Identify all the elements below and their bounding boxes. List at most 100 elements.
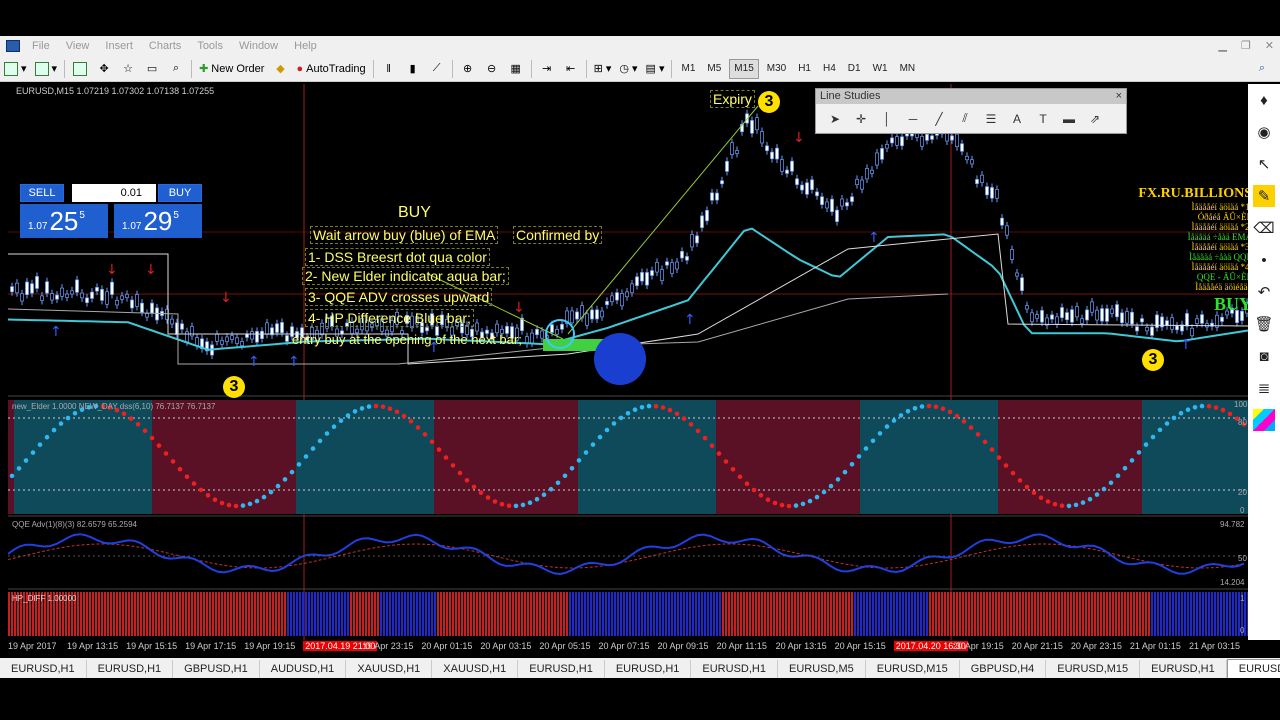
market-watch-button[interactable]	[70, 59, 90, 79]
chart-tab[interactable]: XAUUSD,H1	[346, 660, 433, 678]
eye-icon[interactable]: ◉	[1253, 121, 1275, 143]
templates-button[interactable]: ▤ ▾	[644, 59, 667, 79]
navigator-button[interactable]: ✥	[94, 59, 114, 79]
chart-area[interactable]: ↓ ↓ ↓ ↓ ↓ ↑ ↑ ↑ ↑ ↑ ↑ ↑ EURUSD,M15 1.07219 1.07302 …	[8, 84, 1248, 640]
tf-h1[interactable]: H1	[794, 59, 815, 79]
candle	[925, 134, 929, 141]
tf-h4[interactable]: H4	[819, 59, 840, 79]
chart-tab[interactable]: AUDUSD,H1	[260, 660, 347, 678]
search-button[interactable]: ⌕	[1252, 59, 1272, 79]
tile-windows-button[interactable]: ▦	[506, 59, 526, 79]
buy-quote[interactable]: 1.07 29 5	[114, 204, 202, 238]
hp-diff-bar	[563, 592, 565, 636]
hp-diff-bar	[584, 592, 586, 636]
tf-w1[interactable]: W1	[869, 59, 892, 79]
tf-mn[interactable]: MN	[896, 59, 920, 79]
rectangle-icon[interactable]: ▬	[1056, 112, 1082, 126]
menu-tools[interactable]: Tools	[189, 40, 231, 52]
camera-icon[interactable]: ◙	[1253, 345, 1275, 367]
zoom-out-button[interactable]: ⊖	[482, 59, 502, 79]
tf-m1[interactable]: M1	[677, 59, 699, 79]
chart-tab[interactable]: XAUUSD,H1	[432, 660, 519, 678]
menu-help[interactable]: Help	[286, 40, 325, 52]
menu-file[interactable]: File	[24, 40, 58, 52]
lot-size-input[interactable]: 0.01	[72, 184, 156, 202]
horizontal-line-icon[interactable]: ─	[900, 112, 926, 126]
data-window-button[interactable]: ☆	[118, 59, 138, 79]
metaeditor-button[interactable]: ◆	[270, 59, 290, 79]
close-icon[interactable]: ✕	[1265, 39, 1274, 52]
elder-bar	[704, 400, 710, 514]
zoom-in-button[interactable]: ⊕	[458, 59, 478, 79]
chart-tab[interactable]: EURUSD,M15	[1226, 659, 1280, 678]
candle-chart-button[interactable]: ▮	[403, 59, 423, 79]
bar-chart-button[interactable]: ‖	[379, 59, 399, 79]
chart-tab[interactable]: GBPUSD,H4	[960, 660, 1047, 678]
chart-tab[interactable]: EURUSD,H1	[518, 660, 605, 678]
dss-dot	[1199, 403, 1205, 409]
sell-button[interactable]: SELL	[20, 184, 64, 202]
menu-insert[interactable]: Insert	[97, 40, 141, 52]
undo-icon[interactable]: ↶	[1253, 281, 1275, 303]
elder-bar	[1088, 400, 1094, 514]
trash-icon[interactable]: 🗑	[1253, 313, 1275, 335]
elder-bar	[578, 400, 584, 514]
chart-tab[interactable]: EURUSD,M15	[1046, 660, 1141, 678]
chart-tab[interactable]: EURUSD,M5	[778, 660, 866, 678]
tf-d1[interactable]: D1	[844, 59, 865, 79]
vertical-line-icon[interactable]: │	[874, 112, 900, 126]
tf-m30[interactable]: M30	[763, 59, 790, 79]
autotrading-button[interactable]: ● AutoTrading	[294, 59, 367, 79]
sell-quote[interactable]: 1.07 25 5	[20, 204, 108, 238]
cursor-icon[interactable]: ➤	[822, 112, 848, 126]
line-chart-button[interactable]: ⟋	[427, 59, 447, 79]
pointer-icon[interactable]: ↖	[1253, 153, 1275, 175]
crosshair-icon[interactable]: ✛	[848, 112, 874, 126]
hp-diff-bar	[953, 592, 955, 636]
hp-diff-bar	[881, 592, 883, 636]
hp-diff-bar	[899, 592, 901, 636]
fibonacci-icon[interactable]: ☰	[978, 112, 1004, 126]
arrows-icon[interactable]: ⇗	[1082, 112, 1108, 126]
candle	[715, 192, 719, 201]
hp-diff-bar	[620, 592, 622, 636]
line-studies-close-icon[interactable]: ×	[1116, 89, 1122, 104]
notes-icon[interactable]: ≣	[1253, 377, 1275, 399]
equidistant-channel-icon[interactable]: ⫽	[952, 111, 978, 126]
menu-charts[interactable]: Charts	[141, 40, 189, 52]
dots-icon[interactable]: •	[1253, 249, 1275, 271]
menu-window[interactable]: Window	[231, 40, 286, 52]
new-chart-button[interactable]: ▾	[2, 59, 29, 79]
chart-tab[interactable]: EURUSD,H1	[87, 660, 174, 678]
chart-tab[interactable]: EURUSD,H1	[0, 660, 87, 678]
pencil-icon[interactable]: ✎	[1253, 185, 1275, 207]
indicators-button[interactable]: ⊞ ▾	[592, 59, 614, 79]
line-studies-title[interactable]: Line Studies ×	[816, 89, 1126, 104]
buy-button[interactable]: BUY	[158, 184, 202, 202]
new-order-button[interactable]: ✚ New Order	[197, 59, 266, 79]
trendline-icon[interactable]: ╱	[926, 112, 952, 126]
dss-dot	[1010, 470, 1016, 476]
chart-tab[interactable]: EURUSD,H1	[605, 660, 692, 678]
restore-icon[interactable]: ❐	[1241, 39, 1251, 52]
text-icon[interactable]: A	[1004, 112, 1030, 126]
tf-m5[interactable]: M5	[703, 59, 725, 79]
menu-view[interactable]: View	[58, 40, 98, 52]
chart-tab[interactable]: EURUSD,M15	[866, 660, 960, 678]
profiles-button[interactable]: ▾	[33, 59, 60, 79]
tester-button[interactable]: ⌕	[166, 59, 186, 79]
autoscroll-button[interactable]: ⇥	[537, 59, 557, 79]
terminal-button[interactable]: ▭	[142, 59, 162, 79]
minimize-icon[interactable]: ▁	[1218, 39, 1226, 52]
new-order-icon: ✚	[199, 63, 209, 75]
color-palette-icon[interactable]	[1253, 409, 1275, 431]
chart-shift-button[interactable]: ⇤	[561, 59, 581, 79]
chart-tab[interactable]: GBPUSD,H1	[173, 660, 260, 678]
eraser-icon[interactable]: ⌫	[1253, 217, 1275, 239]
pin-icon[interactable]: ♦	[1253, 89, 1275, 111]
text-label-icon[interactable]: T	[1030, 112, 1056, 126]
chart-tab[interactable]: EURUSD,H1	[691, 660, 778, 678]
chart-tab[interactable]: EURUSD,H1	[1140, 660, 1227, 678]
periods-button[interactable]: ◷ ▾	[617, 59, 639, 79]
tf-m15[interactable]: M15	[729, 58, 759, 79]
